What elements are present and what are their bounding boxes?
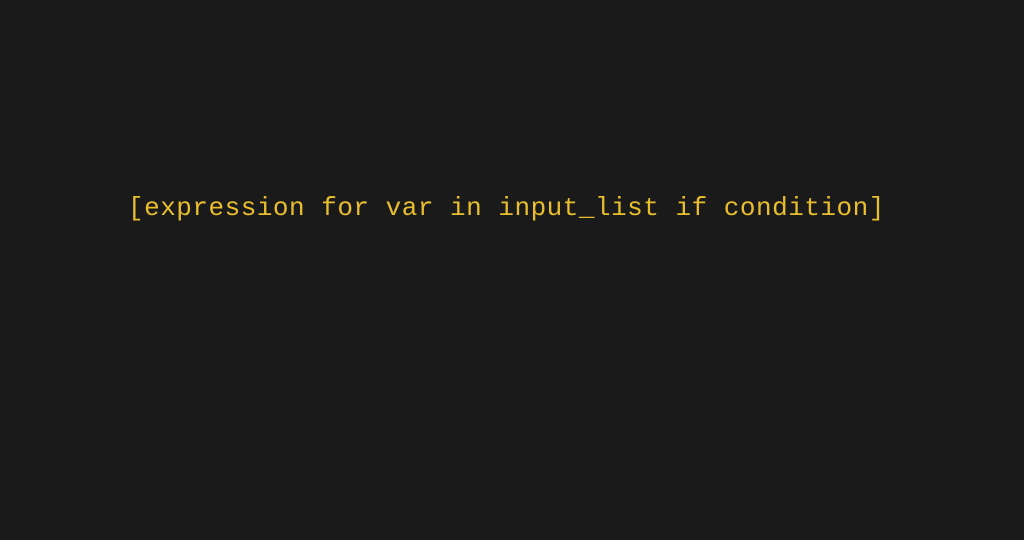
code-comprehension-syntax: [expression for var in input_list if con…: [128, 193, 885, 223]
